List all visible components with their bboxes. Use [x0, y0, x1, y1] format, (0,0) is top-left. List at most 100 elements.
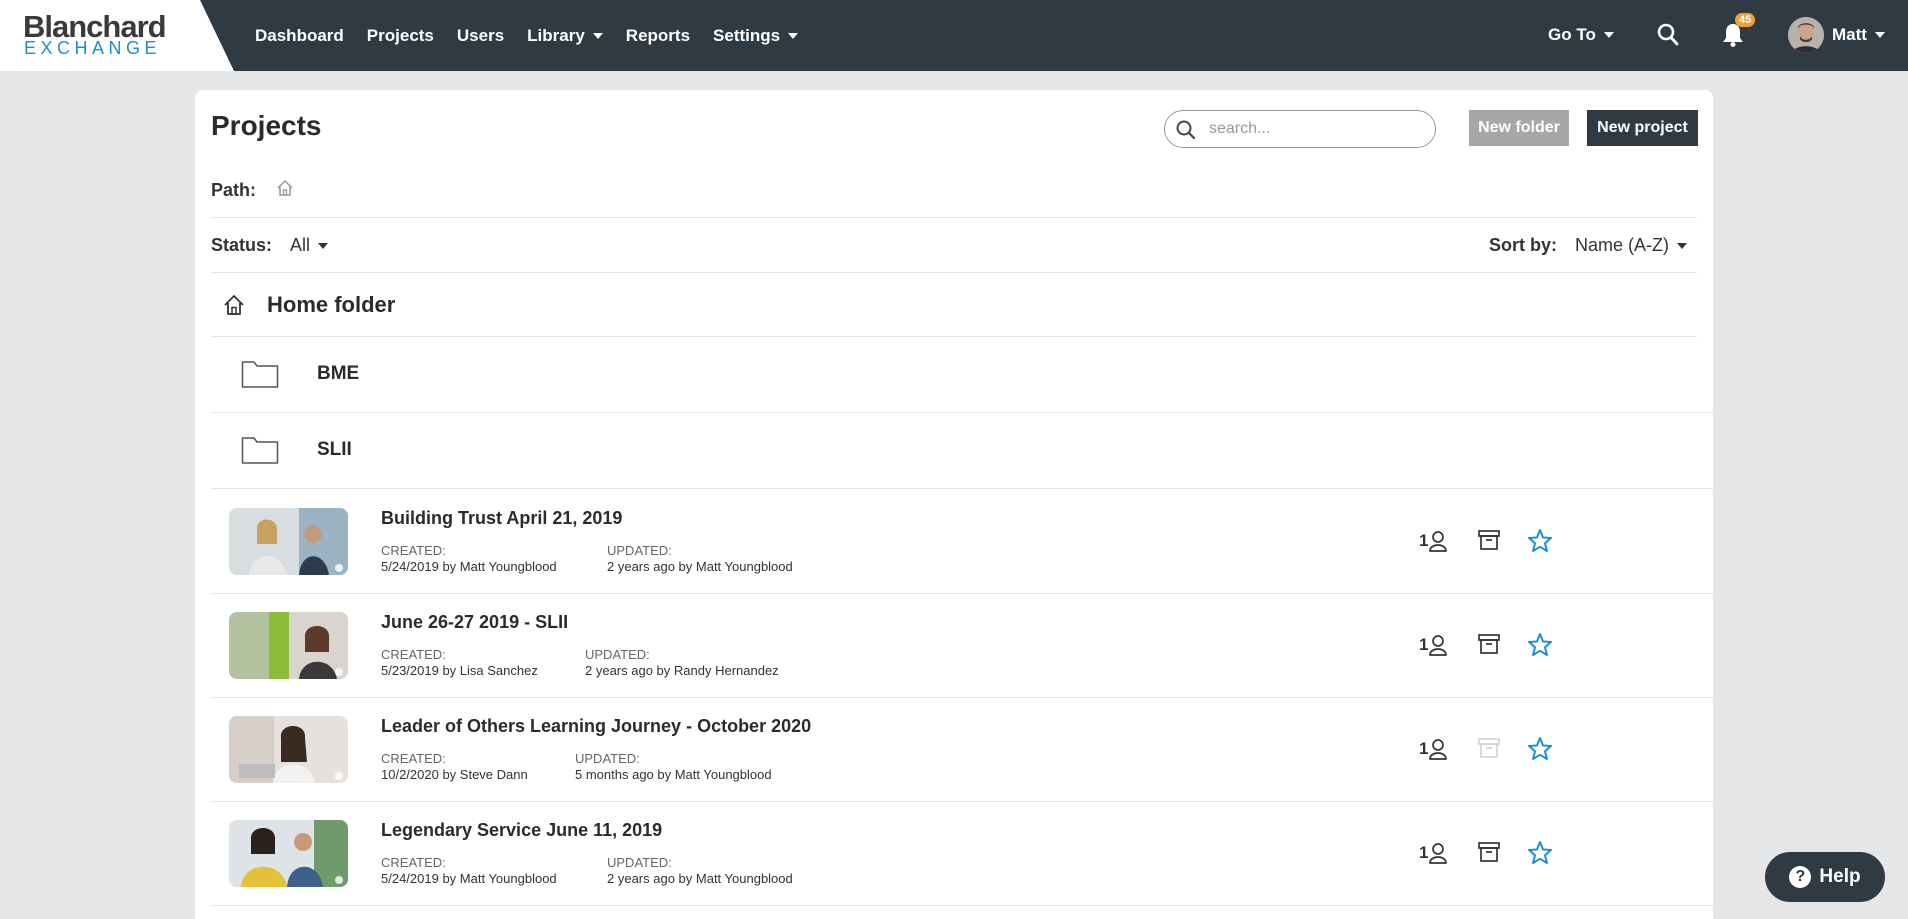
- created-value: 10/2/2020 by Steve Dann: [381, 767, 528, 782]
- star-icon[interactable]: [1527, 632, 1553, 657]
- new-folder-button[interactable]: New folder: [1469, 110, 1569, 146]
- project-thumbnail[interactable]: [229, 612, 348, 679]
- members-count[interactable]: 1: [1419, 842, 1448, 864]
- project-row[interactable]: June 26-27 2019 - SLII CREATED: 5/23/201…: [211, 594, 1713, 698]
- user-menu[interactable]: Matt: [1832, 25, 1885, 45]
- status-value: All: [290, 235, 311, 255]
- sort-dropdown[interactable]: Name (A-Z): [1575, 235, 1687, 256]
- created-info: CREATED: 5/23/2019 by Lisa Sanchez: [381, 647, 538, 679]
- members-number: 1: [1419, 635, 1429, 654]
- members-count[interactable]: 1: [1419, 738, 1448, 760]
- project-row[interactable]: Legendary Service June 11, 2019 CREATED:…: [211, 802, 1713, 906]
- nav-reports[interactable]: Reports: [626, 26, 690, 46]
- avatar-image: [1788, 17, 1824, 53]
- caret-down-icon: [1677, 242, 1687, 249]
- folder-name: SLII: [317, 439, 352, 460]
- created-label: CREATED:: [381, 543, 446, 558]
- nav-dashboard[interactable]: Dashboard: [255, 26, 344, 46]
- members-number: 1: [1419, 843, 1429, 862]
- caret-down-icon: [788, 32, 799, 39]
- project-thumbnail-image: [229, 508, 348, 575]
- caret-down-icon: [592, 32, 603, 39]
- nav-settings-label: Settings: [713, 25, 781, 45]
- new-project-button[interactable]: New project: [1587, 110, 1698, 146]
- project-title[interactable]: Legendary Service June 11, 2019: [381, 820, 662, 841]
- project-thumbnail[interactable]: [229, 716, 348, 783]
- folder-row[interactable]: SLII: [211, 413, 1713, 489]
- updated-info: UPDATED: 2 years ago by Matt Youngblood: [607, 543, 793, 575]
- home-icon[interactable]: [275, 178, 295, 198]
- updated-label: UPDATED:: [607, 855, 672, 870]
- sort-label: Sort by:: [1489, 235, 1558, 255]
- project-title[interactable]: June 26-27 2019 - SLII: [381, 612, 568, 633]
- projects-card: Projects New folder New project Path: St…: [195, 90, 1713, 919]
- members-number: 1: [1419, 739, 1429, 758]
- goto-menu[interactable]: Go To: [1548, 25, 1614, 45]
- user-icon: [1429, 635, 1448, 656]
- notification-badge: 45: [1735, 13, 1756, 27]
- updated-label: UPDATED:: [585, 647, 650, 662]
- goto-label: Go To: [1548, 25, 1596, 44]
- archive-icon[interactable]: [1478, 842, 1500, 862]
- user-icon: [1429, 739, 1448, 760]
- folder-row[interactable]: BME: [211, 337, 1713, 413]
- project-thumbnail[interactable]: [229, 508, 348, 575]
- folder-name: BME: [317, 363, 360, 384]
- members-number: 1: [1419, 531, 1429, 550]
- caret-down-icon: [1874, 32, 1885, 38]
- updated-info: UPDATED: 5 months ago by Matt Youngblood: [575, 751, 772, 783]
- project-title[interactable]: Building Trust April 21, 2019: [381, 508, 622, 529]
- updated-value: 5 months ago by Matt Youngblood: [575, 767, 772, 782]
- page-title: Projects: [211, 110, 322, 141]
- members-count[interactable]: 1: [1419, 634, 1448, 656]
- updated-info: UPDATED: 2 years ago by Randy Hernandez: [585, 647, 779, 679]
- nav-users[interactable]: Users: [457, 26, 504, 46]
- updated-value: 2 years ago by Matt Youngblood: [607, 871, 793, 886]
- user-icon: [1429, 843, 1448, 864]
- divider: [211, 217, 1697, 218]
- nav-library[interactable]: Library: [527, 26, 603, 46]
- created-info: CREATED: 5/24/2019 by Matt Youngblood: [381, 855, 557, 887]
- project-row[interactable]: Leader of Others Learning Journey - Octo…: [211, 698, 1713, 802]
- members-count[interactable]: 1: [1419, 530, 1448, 552]
- created-value: 5/24/2019 by Matt Youngblood: [381, 559, 557, 574]
- user-icon: [1429, 531, 1448, 552]
- nav-projects[interactable]: Projects: [367, 26, 434, 46]
- home-icon: [224, 295, 244, 315]
- star-icon[interactable]: [1527, 528, 1553, 553]
- created-info: CREATED: 10/2/2020 by Steve Dann: [381, 751, 528, 783]
- help-label: Help: [1819, 866, 1861, 887]
- search-field[interactable]: [1164, 110, 1436, 148]
- nav-settings[interactable]: Settings: [713, 25, 799, 46]
- sort-value: Name (A-Z): [1575, 235, 1669, 255]
- created-label: CREATED:: [381, 647, 446, 662]
- created-value: 5/23/2019 by Lisa Sanchez: [381, 663, 538, 678]
- updated-label: UPDATED:: [575, 751, 640, 766]
- project-row[interactable]: Building Trust April 21, 2019 CREATED: 5…: [211, 490, 1713, 594]
- logo[interactable]: Blanchard EXCHANGE: [0, 0, 234, 71]
- project-thumbnail[interactable]: [229, 820, 348, 887]
- star-icon[interactable]: [1527, 840, 1553, 865]
- status-filter[interactable]: All: [290, 235, 329, 256]
- nav-reports-label: Reports: [625, 25, 691, 45]
- project-title[interactable]: Leader of Others Learning Journey - Octo…: [381, 716, 811, 737]
- archive-icon[interactable]: [1478, 530, 1500, 550]
- archive-icon-disabled: [1478, 738, 1500, 758]
- help-button[interactable]: ? Help: [1765, 852, 1885, 902]
- avatar[interactable]: [1788, 17, 1824, 53]
- search-icon[interactable]: [1657, 23, 1679, 47]
- star-icon[interactable]: [1527, 736, 1553, 761]
- updated-value: 2 years ago by Matt Youngblood: [607, 559, 793, 574]
- search-input[interactable]: [1209, 118, 1419, 140]
- nav-library-label: Library: [527, 25, 585, 45]
- project-thumbnail-image: [229, 716, 348, 783]
- created-label: CREATED:: [381, 855, 446, 870]
- caret-down-icon: [318, 242, 329, 249]
- created-value: 5/24/2019 by Matt Youngblood: [381, 871, 557, 886]
- nav-projects-label: Projects: [366, 25, 434, 45]
- archive-icon[interactable]: [1478, 634, 1500, 654]
- search-icon: [1176, 120, 1196, 140]
- user-name-label: Matt: [1832, 25, 1867, 44]
- status-label: Status:: [211, 235, 273, 255]
- top-nav-bar: Blanchard EXCHANGE Dashboard Projects Us…: [0, 0, 1908, 71]
